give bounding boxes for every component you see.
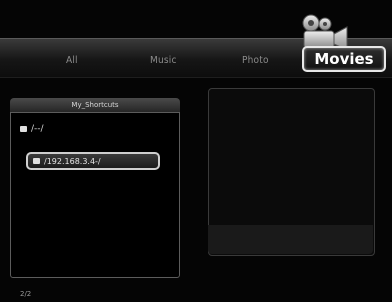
shortcuts-panel (10, 112, 180, 278)
preview-info-bar (208, 225, 373, 254)
tab-music[interactable]: Music (150, 55, 177, 66)
shortcut-item-label: /--/ (31, 124, 44, 134)
page-counter: 2/2 (20, 290, 32, 298)
tab-movies-label: Movies (314, 50, 374, 68)
shortcut-item-label: /192.168.3.4-/ (44, 156, 101, 166)
shortcuts-header: My_Shortcuts (10, 98, 180, 112)
shortcut-item-selected[interactable]: /192.168.3.4-/ (26, 152, 160, 170)
folder-icon (20, 126, 27, 132)
shortcut-item[interactable]: /--/ (20, 124, 44, 134)
tab-all[interactable]: All (66, 55, 78, 66)
tab-photo[interactable]: Photo (242, 55, 269, 66)
tab-movies[interactable]: Movies (302, 46, 386, 72)
folder-icon (33, 158, 40, 164)
